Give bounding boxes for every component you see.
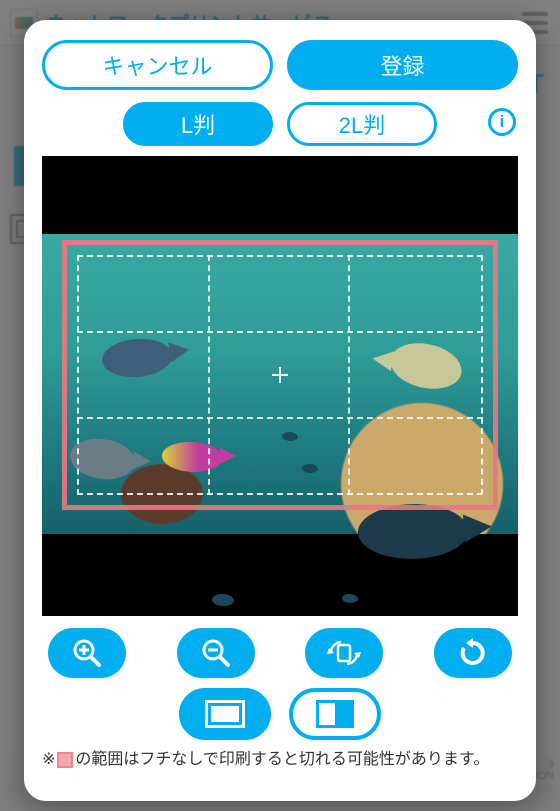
grid-line: [77, 331, 483, 333]
info-icon[interactable]: i: [488, 108, 516, 136]
register-button[interactable]: 登録: [287, 40, 518, 90]
fish-decoration: [342, 594, 358, 603]
fish-decoration: [212, 594, 234, 606]
zoom-out-icon: [201, 638, 231, 668]
rotate-button[interactable]: [305, 628, 383, 678]
rotate-icon: [327, 639, 361, 667]
warning-footnote: ※ の範囲はフチなしで印刷すると切れる可能性があります。: [42, 748, 518, 772]
orientation-row: [42, 688, 518, 740]
footnote-prefix: ※: [42, 748, 55, 772]
zoom-in-button[interactable]: [48, 628, 126, 678]
size-l-button[interactable]: L判: [123, 102, 273, 146]
zoom-in-icon: [72, 638, 102, 668]
footnote-text: の範囲はフチなしで印刷すると切れる可能性があります。: [75, 748, 489, 772]
orientation-landscape-button[interactable]: [179, 688, 271, 740]
size-2l-button[interactable]: 2L判: [287, 102, 437, 146]
zoom-out-button[interactable]: [177, 628, 255, 678]
reset-button[interactable]: [434, 628, 512, 678]
tool-row: [42, 628, 518, 678]
photo-crop-modal: キャンセル 登録 L判 2L判 i: [24, 20, 536, 801]
crop-frame[interactable]: [62, 240, 498, 510]
grid-line: [208, 255, 210, 495]
landscape-icon: [205, 700, 245, 728]
size-selector-row: L判 2L判 i: [42, 102, 518, 146]
cancel-button[interactable]: キャンセル: [42, 40, 273, 90]
orientation-portrait-button[interactable]: [289, 688, 381, 740]
center-cross-icon: [272, 367, 288, 383]
crop-preview[interactable]: [42, 156, 518, 616]
reset-icon: [458, 638, 488, 668]
portrait-icon: [316, 700, 354, 728]
grid-line: [348, 255, 350, 495]
pink-square-icon: [57, 752, 73, 768]
action-row: キャンセル 登録: [42, 40, 518, 90]
grid-line: [77, 417, 483, 419]
